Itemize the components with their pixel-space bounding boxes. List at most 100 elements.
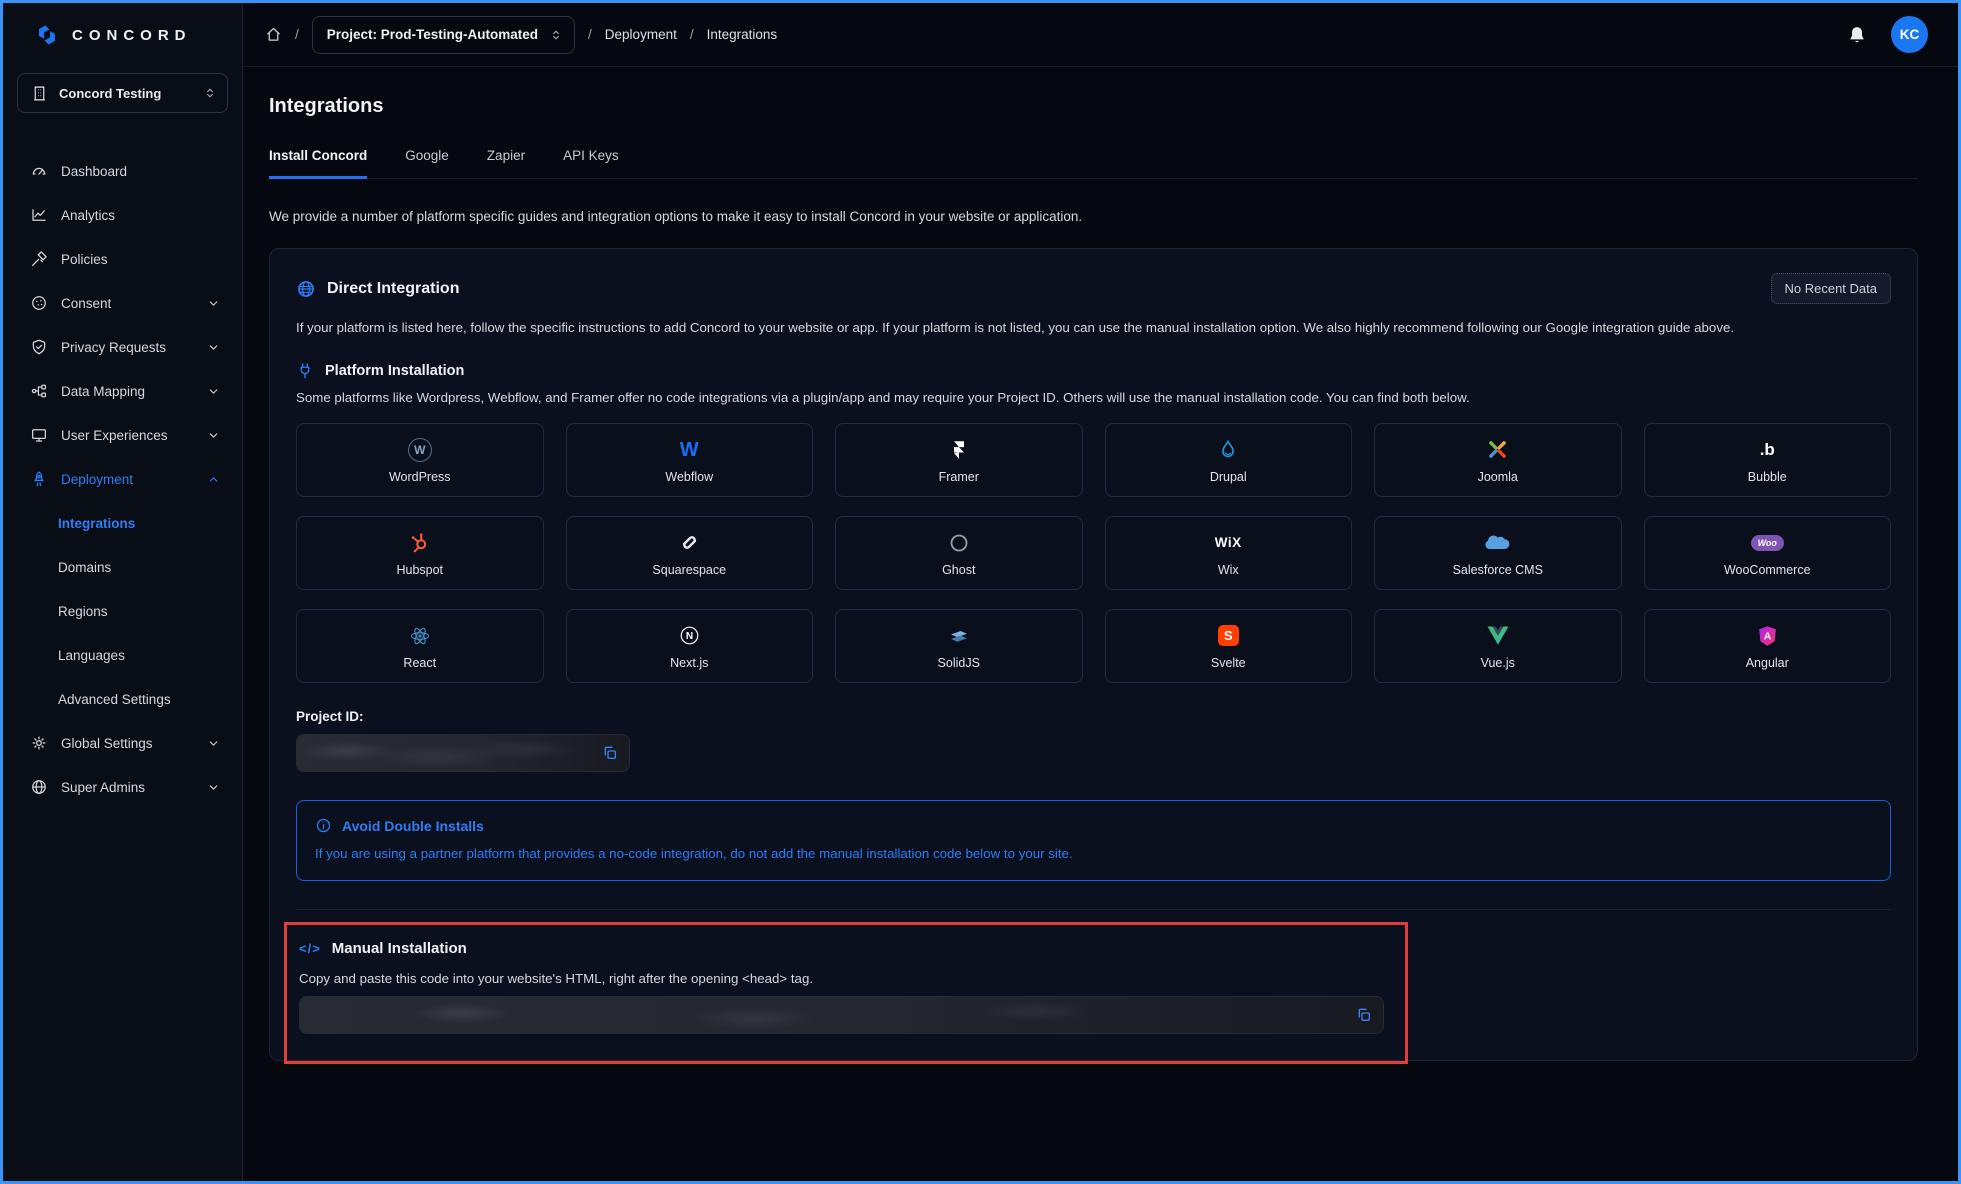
chevron-down-icon <box>207 385 220 398</box>
sidebar-item-user-experiences[interactable]: User Experiences <box>3 413 242 457</box>
annotation-highlight-rectangle: </> Manual Installation Copy and paste t… <box>284 922 1408 1064</box>
platform-tile-drupal[interactable]: Drupal <box>1105 423 1353 497</box>
breadcrumb-separator: / <box>690 27 694 42</box>
manual-installation-description: Copy and paste this code into your websi… <box>299 971 1405 986</box>
woocommerce-logo-icon: Woo <box>1751 535 1784 551</box>
main-area: / Project: Prod-Testing-Automated / Depl… <box>243 3 1958 1181</box>
topbar: / Project: Prod-Testing-Automated / Depl… <box>243 3 1958 67</box>
org-selector[interactable]: Concord Testing <box>17 73 228 113</box>
notification-bell-icon[interactable] <box>1847 25 1867 45</box>
sidebar-subitem-domains[interactable]: Domains <box>3 545 242 589</box>
sidebar-subitem-label: Integrations <box>58 516 135 531</box>
sidebar-subitem-languages[interactable]: Languages <box>3 633 242 677</box>
platform-label: SolidJS <box>938 656 980 670</box>
platform-tile-angular[interactable]: A Angular <box>1644 609 1892 683</box>
chevron-up-icon <box>207 473 220 486</box>
direct-integration-title: Direct Integration <box>327 280 459 298</box>
sidebar-item-label: Consent <box>61 296 111 311</box>
platform-grid: W WordPress W Webflow Framer <box>296 423 1891 683</box>
copy-icon[interactable] <box>602 745 618 761</box>
platform-tile-nextjs[interactable]: N Next.js <box>566 609 814 683</box>
platform-tile-hubspot[interactable]: Hubspot <box>296 516 544 590</box>
platform-label: Svelte <box>1211 656 1246 670</box>
tab-bar: Install Concord Google Zapier API Keys <box>269 148 1918 179</box>
sidebar-subitem-label: Regions <box>58 604 108 619</box>
direct-integration-card: Direct Integration No Recent Data If you… <box>269 248 1918 1061</box>
plug-icon <box>296 362 314 380</box>
notice-text: If you are using a partner platform that… <box>315 846 1872 861</box>
tab-google[interactable]: Google <box>405 148 449 179</box>
platform-label: WooCommerce <box>1724 563 1811 577</box>
sidebar-subitem-regions[interactable]: Regions <box>3 589 242 633</box>
breadcrumb-deployment[interactable]: Deployment <box>605 27 677 42</box>
platform-tile-ghost[interactable]: Ghost <box>835 516 1083 590</box>
project-id-input[interactable] <box>296 734 630 772</box>
chevrons-up-down-icon <box>549 28 563 42</box>
installation-code-input[interactable] <box>299 996 1384 1034</box>
sidebar-subitem-advanced-settings[interactable]: Advanced Settings <box>3 677 242 721</box>
platform-tile-wix[interactable]: WiX Wix <box>1105 516 1353 590</box>
breadcrumb-integrations[interactable]: Integrations <box>707 27 778 42</box>
globe-icon <box>30 778 48 796</box>
platform-tile-woocommerce[interactable]: Woo WooCommerce <box>1644 516 1892 590</box>
platform-label: Hubspot <box>396 563 443 577</box>
platform-label: Angular <box>1746 656 1789 670</box>
user-avatar[interactable]: KC <box>1891 16 1928 53</box>
platform-tile-svelte[interactable]: S Svelte <box>1105 609 1353 683</box>
platform-label: Wix <box>1218 563 1239 577</box>
platform-tile-wordpress[interactable]: W WordPress <box>296 423 544 497</box>
platform-tile-framer[interactable]: Framer <box>835 423 1083 497</box>
building-icon <box>31 85 48 102</box>
nodes-icon <box>30 382 48 400</box>
avoid-double-installs-notice: Avoid Double Installs If you are using a… <box>296 800 1891 881</box>
platform-tile-bubble[interactable]: .b Bubble <box>1644 423 1892 497</box>
sidebar-item-global-settings[interactable]: Global Settings <box>3 721 242 765</box>
sidebar-item-label: Deployment <box>61 472 133 487</box>
svg-text:A: A <box>1763 630 1771 642</box>
sidebar-item-deployment[interactable]: Deployment <box>3 457 242 501</box>
framer-logo-icon <box>949 436 969 463</box>
copy-icon[interactable] <box>1356 1007 1372 1023</box>
vuejs-logo-icon <box>1486 622 1510 649</box>
platform-tile-squarespace[interactable]: Squarespace <box>566 516 814 590</box>
sidebar-item-consent[interactable]: Consent <box>3 281 242 325</box>
drupal-logo-icon <box>1217 436 1239 463</box>
gavel-icon <box>30 250 48 268</box>
sidebar-item-dashboard[interactable]: Dashboard <box>3 149 242 193</box>
platform-tile-react[interactable]: React <box>296 609 544 683</box>
sidebar-item-super-admins[interactable]: Super Admins <box>3 765 242 809</box>
platform-tile-salesforce-cms[interactable]: Salesforce CMS <box>1374 516 1622 590</box>
globe-blue-icon <box>296 279 316 299</box>
platform-label: Salesforce CMS <box>1453 563 1543 577</box>
platform-label: Next.js <box>670 656 708 670</box>
shield-check-icon <box>30 338 48 356</box>
platform-label: React <box>403 656 436 670</box>
sidebar-item-data-mapping[interactable]: Data Mapping <box>3 369 242 413</box>
sidebar-subitem-label: Domains <box>58 560 111 575</box>
sidebar-item-label: User Experiences <box>61 428 168 443</box>
angular-logo-icon: A <box>1756 622 1779 649</box>
home-icon[interactable] <box>265 26 282 43</box>
concord-logo-icon <box>33 22 61 48</box>
sidebar-subitem-integrations[interactable]: Integrations <box>3 501 242 545</box>
project-selector[interactable]: Project: Prod-Testing-Automated <box>312 16 575 54</box>
platform-tile-webflow[interactable]: W Webflow <box>566 423 814 497</box>
sidebar-item-policies[interactable]: Policies <box>3 237 242 281</box>
sidebar-item-privacy-requests[interactable]: Privacy Requests <box>3 325 242 369</box>
breadcrumb-separator: / <box>295 27 299 42</box>
webflow-logo-icon: W <box>680 440 699 460</box>
platform-label: WordPress <box>389 470 451 484</box>
platform-tile-joomla[interactable]: Joomla <box>1374 423 1622 497</box>
line-chart-icon <box>30 206 48 224</box>
svg-text:N: N <box>686 631 693 642</box>
tab-api-keys[interactable]: API Keys <box>563 148 619 179</box>
platform-tile-solidjs[interactable]: SolidJS <box>835 609 1083 683</box>
platform-tile-vuejs[interactable]: Vue.js <box>1374 609 1622 683</box>
hubspot-logo-icon <box>408 529 431 556</box>
tab-install-concord[interactable]: Install Concord <box>269 148 367 179</box>
avatar-initials: KC <box>1900 27 1920 42</box>
sidebar-item-analytics[interactable]: Analytics <box>3 193 242 237</box>
page-intro: We provide a number of platform specific… <box>269 209 1918 224</box>
tab-zapier[interactable]: Zapier <box>487 148 525 179</box>
manual-installation-header: </> Manual Installation <box>299 940 1405 957</box>
